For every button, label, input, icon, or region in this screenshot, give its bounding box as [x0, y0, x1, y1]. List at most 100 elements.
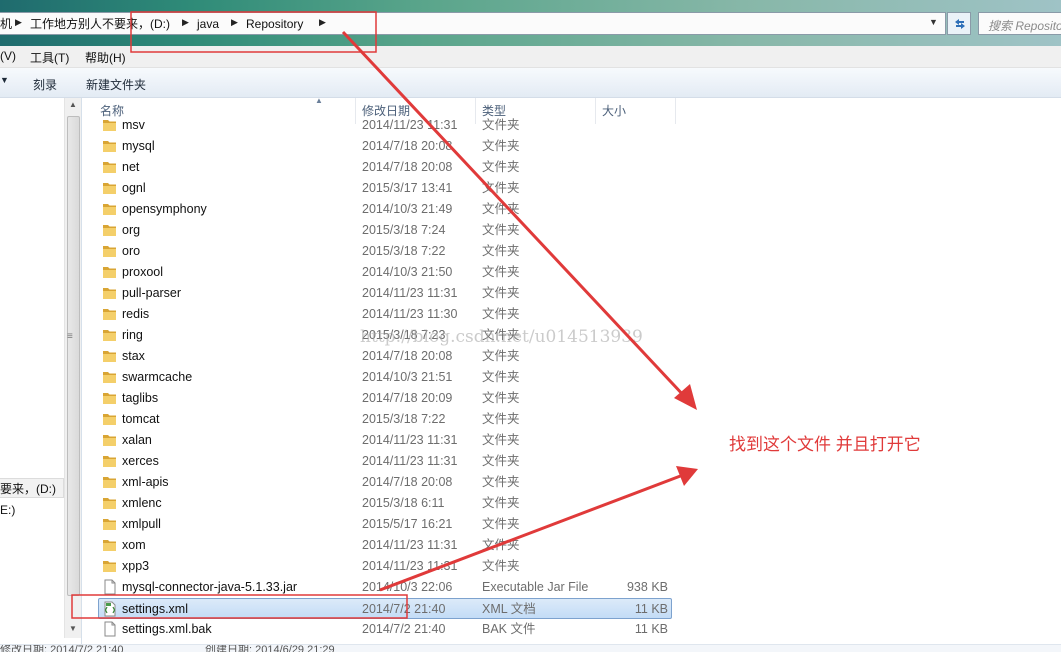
file-row[interactable]: proxool 2014/10/3 21:50 文件夹 [82, 262, 682, 283]
file-date: 2014/10/3 22:06 [362, 580, 453, 594]
file-row[interactable]: opensymphony 2014/10/3 21:49 文件夹 [82, 199, 682, 220]
file-date: 2014/10/3 21:50 [362, 265, 453, 279]
file-date: 2014/7/18 20:08 [362, 160, 453, 174]
folder-icon [103, 519, 116, 530]
file-row[interactable]: xmlenc 2015/3/18 6:11 文件夹 [82, 493, 682, 514]
breadcrumb-separator-icon[interactable]: ▶ [182, 17, 189, 28]
folder-icon [103, 435, 116, 446]
file-row[interactable]: swarmcache 2014/10/3 21:51 文件夹 [82, 367, 682, 388]
search-input[interactable]: 搜索 Repository [978, 12, 1061, 35]
file-type: 文件夹 [482, 454, 520, 468]
column-header-label: 修改日期 [362, 104, 411, 118]
breadcrumb-java[interactable]: java [197, 16, 219, 32]
scroll-down-icon[interactable]: ▼ [69, 624, 77, 633]
file-type: 文件夹 [482, 307, 520, 321]
toolbar-dropdown-icon[interactable]: ▼ [0, 75, 9, 85]
file-type: 文件夹 [482, 244, 520, 258]
file-row[interactable]: xml-apis 2014/7/18 20:08 文件夹 [82, 472, 682, 493]
burn-button[interactable]: 刻录 [33, 76, 57, 93]
file-row[interactable]: xpp3 2014/11/23 11:31 文件夹 [82, 556, 682, 577]
file-row[interactable]: xerces 2014/11/23 11:31 文件夹 [82, 451, 682, 472]
file-row[interactable]: taglibs 2014/7/18 20:09 文件夹 [82, 388, 682, 409]
file-row[interactable]: xom 2014/11/23 11:31 文件夹 [82, 535, 682, 556]
file-row[interactable]: xmlpull 2015/5/17 16:21 文件夹 [82, 514, 682, 535]
menu-view[interactable]: (V) [0, 49, 16, 63]
folder-icon [103, 393, 116, 404]
file-row[interactable]: ring 2015/3/18 7:23 文件夹 [82, 325, 682, 346]
file-type: 文件夹 [482, 265, 520, 279]
file-date: 2014/7/18 20:08 [362, 349, 453, 363]
file-row[interactable]: oro 2015/3/18 7:22 文件夹 [82, 241, 682, 262]
file-date: 2014/11/23 11:31 [362, 559, 458, 573]
file-date: 2015/3/18 7:22 [362, 412, 446, 426]
folder-icon [103, 372, 116, 383]
file-date: 2015/5/17 16:21 [362, 517, 453, 531]
file-row[interactable]: stax 2014/7/18 20:08 文件夹 [82, 346, 682, 367]
folder-icon [103, 246, 116, 257]
file-row-selected[interactable]: settings.xml 2014/7/2 21:40 XML 文档 11 KB [98, 598, 672, 619]
file-date: 2014/7/18 20:08 [362, 475, 453, 489]
scrollbar-thumb[interactable] [67, 116, 80, 596]
jar-file-icon [104, 579, 116, 595]
file-name: mysql-connector-java-5.1.33.jar [122, 580, 298, 594]
file-row[interactable]: org 2015/3/18 7:24 文件夹 [82, 220, 682, 241]
address-bar[interactable]: 机 ▶ 工作地方别人不要来，(D:) ▶ java ▶ Repository ▶… [0, 12, 946, 35]
file-row[interactable]: settings.xml.bak 2014/7/2 21:40 BAK 文件 11 K… [82, 619, 682, 640]
file-type: 文件夹 [482, 538, 520, 552]
file-row[interactable]: ognl 2015/3/17 13:41 文件夹 [82, 178, 682, 199]
file-row[interactable]: xalan 2014/11/23 11:31 文件夹 [82, 430, 682, 451]
file-row[interactable]: net 2014/7/18 20:08 文件夹 [82, 157, 682, 178]
file-row[interactable]: pull-parser 2014/11/23 11:31 文件夹 [82, 283, 682, 304]
new-folder-button[interactable]: 新建文件夹 [86, 76, 146, 93]
file-row[interactable]: msv 2014/11/23 11:31 文件夹 [82, 118, 682, 136]
file-name: tomcat [122, 412, 160, 426]
breadcrumb-separator-icon[interactable]: ▶ [15, 17, 22, 28]
file-type: 文件夹 [482, 328, 520, 342]
file-date: 2014/10/3 21:49 [362, 202, 453, 216]
menu-help[interactable]: 帮助(H) [85, 49, 126, 66]
breadcrumb-drive-d[interactable]: 工作地方别人不要来，(D:) [30, 16, 170, 32]
file-name: mysql [122, 139, 155, 153]
file-list: ▲ 名称 修改日期 类型 大小 msv 2014/11/23 11:31 文件夹 my… [82, 97, 1061, 644]
file-date: 2015/3/18 7:24 [362, 223, 446, 237]
nav-scrollbar[interactable]: ▲ ≡ ▼ [64, 98, 81, 638]
refresh-button[interactable] [947, 12, 971, 35]
file-name: proxool [122, 265, 163, 279]
file-type: Executable Jar File [482, 580, 589, 594]
file-type: 文件夹 [482, 559, 520, 573]
file-row[interactable]: mysql-connector-java-5.1.33.jar 2014/10/3… [82, 577, 682, 598]
nav-item-label: 要来，(D:) [0, 482, 56, 496]
file-date: 2015/3/18 7:22 [362, 244, 446, 258]
file-date: 2014/10/3 21:51 [362, 370, 453, 384]
menu-tools[interactable]: 工具(T) [30, 49, 69, 66]
file-name: xmlenc [122, 496, 162, 510]
file-name: redis [122, 307, 150, 321]
file-name: net [122, 160, 140, 174]
file-date: 2015/3/17 13:41 [362, 181, 453, 195]
breadcrumb-separator-icon[interactable]: ▶ [231, 17, 238, 28]
status-created: 创建日期: 2014/6/29 21:29 [205, 644, 335, 652]
file-type: 文件夹 [482, 517, 520, 531]
folder-icon [103, 351, 116, 362]
file-row[interactable]: tomcat 2015/3/18 7:22 文件夹 [82, 409, 682, 430]
file-date: 2014/11/23 11:31 [362, 538, 458, 552]
column-header-label: 名称 [100, 104, 125, 118]
breadcrumb-separator-icon[interactable]: ▶ [319, 17, 326, 28]
scroll-up-icon[interactable]: ▲ [69, 100, 77, 109]
file-row[interactable]: redis 2014/11/23 11:30 文件夹 [82, 304, 682, 325]
nav-item-drive-e[interactable]: E:) [0, 500, 15, 520]
file-rows: msv 2014/11/23 11:31 文件夹 mysql 2014/7/18 20:… [82, 118, 1061, 644]
folder-icon [103, 267, 116, 278]
breadcrumb-computer[interactable]: 机 [0, 16, 12, 32]
breadcrumb-repository[interactable]: Repository [246, 16, 303, 32]
file-row[interactable]: mysql 2014/7/18 20:08 文件夹 [82, 136, 682, 157]
nav-item-drive-d[interactable]: 要来，(D:) [0, 478, 64, 498]
file-type: 文件夹 [482, 181, 520, 195]
address-dropdown-icon[interactable]: ▼ [929, 17, 938, 27]
file-name: xmlpull [122, 517, 161, 531]
folder-icon [103, 183, 116, 194]
column-header-label: 大小 [602, 104, 627, 118]
file-size: 938 KB [626, 580, 668, 594]
folder-icon [103, 414, 116, 425]
file-size: 11 KB [634, 622, 668, 636]
